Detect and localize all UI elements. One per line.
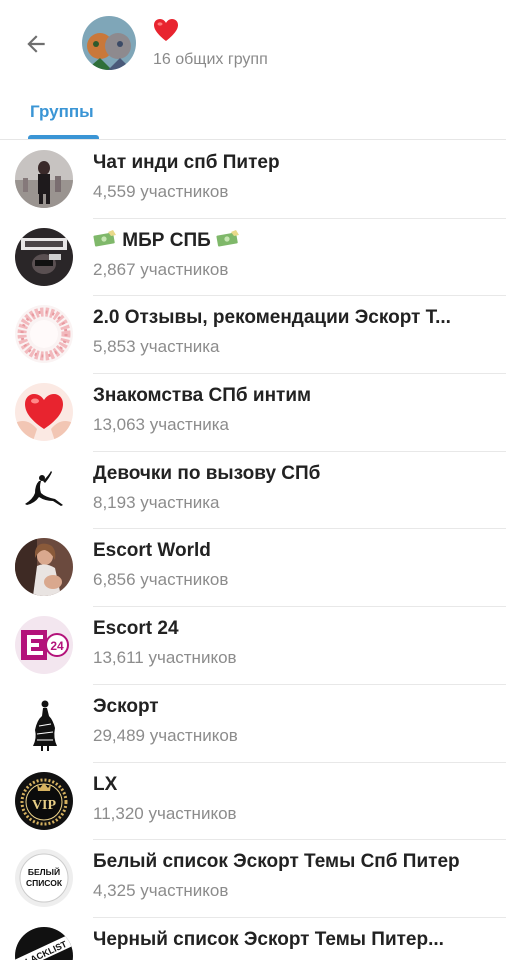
list-item[interactable]: BLACKLIST Черный список Эскорт Темы Пите… — [0, 918, 506, 960]
e24-logo-avatar: 24 — [15, 616, 73, 675]
member-count: 6,856 участников — [93, 570, 229, 590]
heart-hands-avatar — [15, 383, 73, 442]
member-count: 13,611 участников — [93, 648, 237, 668]
member-count: 13,063 участника — [93, 415, 229, 435]
group-name: Черный список Эскорт Темы Питер... — [93, 928, 444, 950]
svg-text:VIP: VIP — [32, 798, 57, 813]
dress-silhouette-avatar — [15, 693, 73, 752]
list-item[interactable]: БЕЛЫЙ СПИСОК Белый список Эскорт Темы Сп… — [0, 840, 506, 918]
money-icon — [93, 229, 117, 248]
member-count: 4,325 участников — [93, 881, 229, 901]
group-name-text: МБР СПБ — [122, 229, 211, 251]
group-name: Escort 24 — [93, 618, 179, 640]
blacklist-avatar: BLACKLIST — [15, 926, 73, 960]
rose-wreath-avatar — [15, 305, 73, 364]
member-count: 4,559 участников — [93, 182, 229, 201]
tab-indicator — [28, 135, 99, 139]
silhouette-avatar — [15, 460, 73, 519]
money-icon — [216, 229, 240, 248]
svg-text:БЕЛЫЙ: БЕЛЫЙ — [28, 866, 60, 877]
list-item[interactable]: VIP LX 11,320 участников — [0, 763, 506, 841]
photo-woman-avatar — [15, 538, 73, 597]
vip-badge-avatar: VIP — [15, 771, 73, 830]
group-name: LX — [93, 773, 118, 795]
common-groups-count: 16 общих групп — [153, 51, 268, 68]
list-item[interactable]: Девочки по вызову СПб 8,193 участника — [0, 452, 506, 530]
list-item[interactable]: МБР СПБ 2,867 участников — [0, 219, 506, 297]
heart-emoji — [153, 18, 179, 42]
back-button[interactable] — [14, 24, 58, 64]
group-list: Чат инди спб Питер 4,559 участников МБР … — [0, 141, 506, 960]
photo-street-avatar — [15, 150, 73, 208]
list-item[interactable]: 24 Escort 24 13,611 участников — [0, 607, 506, 685]
member-count: 11,320 участников — [93, 803, 237, 823]
member-count: 5,853 участника — [93, 337, 220, 357]
list-item[interactable]: 2.0 Отзывы, рекомендации Эскорт Т... 5,8… — [0, 296, 506, 375]
group-name: Чат инди спб Питер — [93, 152, 280, 173]
tab-groups[interactable]: Группы — [28, 92, 96, 140]
list-item[interactable]: Знакомства СПб интим 13,063 участника — [0, 374, 506, 452]
member-count: 8,193 участника — [93, 492, 220, 512]
group-name: Escort World — [93, 540, 211, 562]
tab-bar: Группы — [0, 92, 506, 140]
chat-header: 16 общих групп — [0, 0, 506, 92]
list-item[interactable]: Чат инди спб Питер 4,559 участников — [0, 141, 506, 219]
group-name: Эскорт — [93, 695, 159, 717]
svg-text:24: 24 — [50, 639, 64, 653]
group-name: Девочки по вызову СПб — [93, 462, 321, 484]
group-name: МБР СПБ — [93, 229, 473, 252]
list-item[interactable]: Эскорт 29,489 участников — [0, 685, 506, 763]
svg-text:СПИСОК: СПИСОК — [26, 878, 63, 888]
group-name: Белый список Эскорт Темы Спб Питер — [93, 851, 460, 873]
member-count: 2,867 участников — [93, 259, 229, 279]
list-item[interactable]: Escort World 6,856 участников — [0, 529, 506, 608]
group-name: 2.0 Отзывы, рекомендации Эскорт Т... — [93, 307, 451, 329]
photo-dark-avatar — [15, 227, 73, 286]
arrow-left-icon — [27, 35, 45, 53]
member-count: 29,489 участников — [93, 725, 238, 745]
user-avatar[interactable] — [82, 16, 136, 70]
white-list-avatar: БЕЛЫЙ СПИСОК — [15, 849, 73, 908]
group-name: Знакомства СПб интим — [93, 385, 312, 407]
